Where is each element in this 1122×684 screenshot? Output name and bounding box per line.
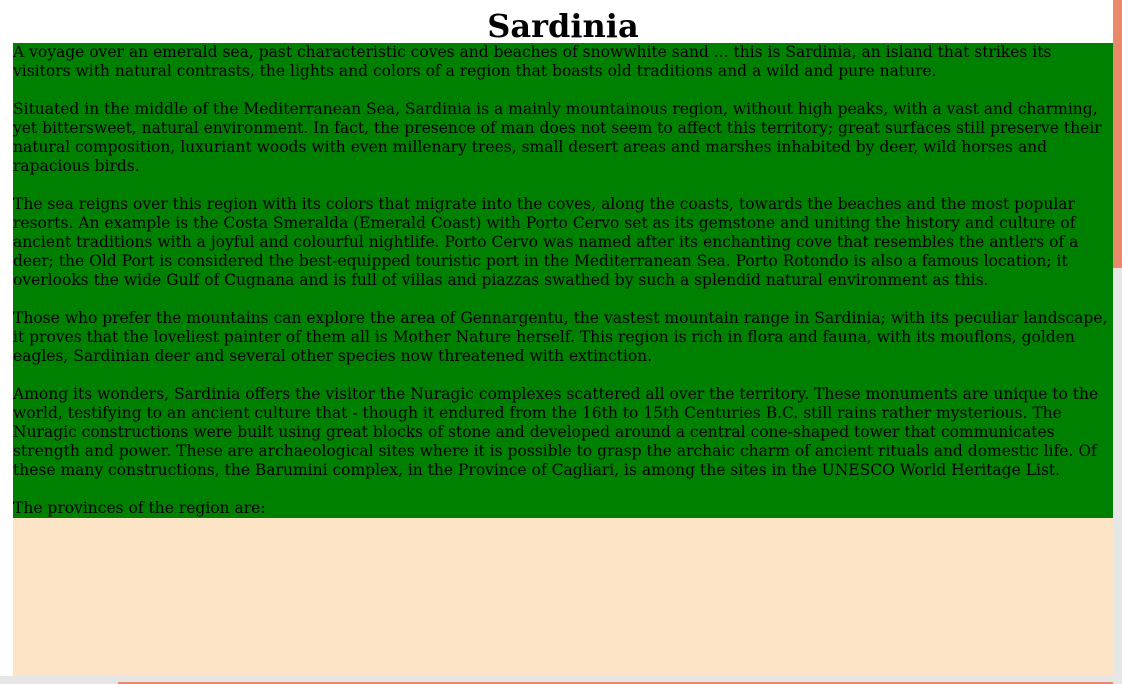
article-content: A voyage over an emerald sea, past chara… <box>13 43 1113 518</box>
paragraph-sea: The sea reigns over this region with its… <box>13 195 1079 289</box>
page-title: Sardinia <box>487 7 639 45</box>
vertical-scrollbar-thumb[interactable] <box>1113 0 1122 268</box>
provinces-panel <box>13 518 1113 676</box>
paragraph-geography: Situated in the middle of the Mediterran… <box>13 100 1102 175</box>
vertical-scrollbar[interactable] <box>1113 0 1122 684</box>
paragraph-mountains: Those who prefer the mountains can explo… <box>13 309 1108 365</box>
horizontal-scrollbar[interactable] <box>0 676 1113 684</box>
paragraph-nuragic: Among its wonders, Sardinia offers the v… <box>13 385 1099 479</box>
paragraph-intro: A voyage over an emerald sea, past chara… <box>13 43 1052 80</box>
paragraph-provinces: The provinces of the region are: <box>13 499 266 517</box>
